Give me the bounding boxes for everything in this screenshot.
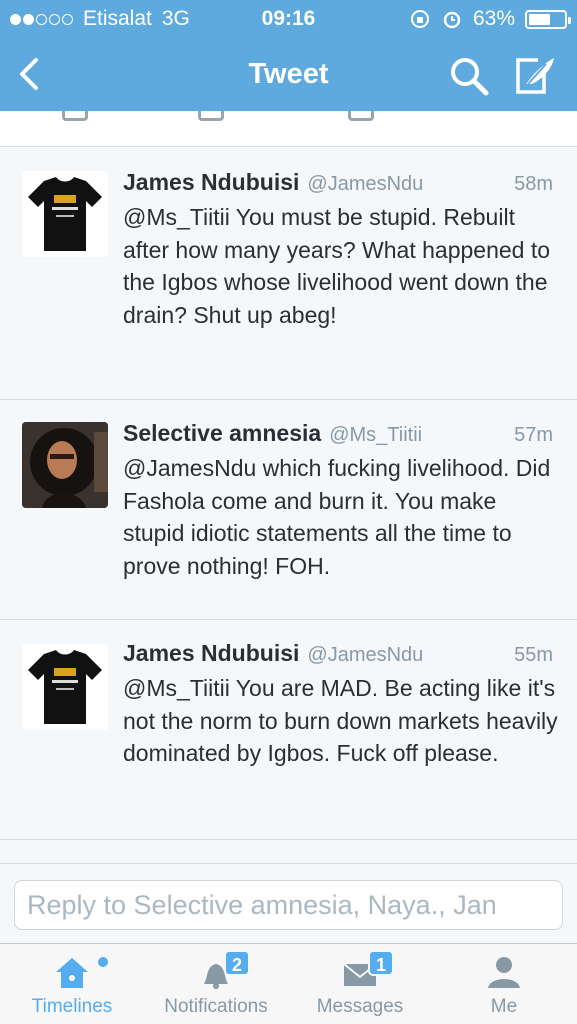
compose-tweet-icon[interactable] (512, 54, 558, 96)
user-avatar[interactable] (22, 171, 108, 257)
author-handle[interactable]: @JamesNdu (307, 173, 423, 196)
tab-timelines[interactable]: Timelines (0, 944, 144, 1024)
header-bar: Etisalat 3G 09:16 63% Tweet (0, 0, 577, 111)
reply-icon[interactable] (62, 111, 88, 121)
person-icon (488, 957, 520, 988)
notifications-badge: 2 (224, 950, 250, 976)
rotation-lock-icon (410, 10, 429, 28)
tweet-text: @Ms_Tiitii You are MAD. Be acting like i… (123, 675, 558, 766)
messages-badge: 1 (368, 950, 394, 976)
new-content-dot (98, 957, 108, 967)
tshirt-avatar-icon (28, 650, 102, 724)
nav-bar: Tweet (0, 38, 577, 111)
favorite-icon[interactable] (348, 111, 374, 121)
tweet-timestamp: 58m (514, 173, 553, 195)
battery-icon (525, 9, 571, 29)
alarm-icon (443, 11, 461, 29)
tweet-item[interactable]: James Ndubuisi @JamesNdu 58m @Ms_Tiitii … (0, 147, 577, 400)
author-name[interactable]: Selective amnesia (123, 420, 321, 447)
author-name[interactable]: James Ndubuisi (123, 640, 299, 667)
tweet-actions-strip (0, 111, 577, 147)
tab-me[interactable]: Me (432, 944, 576, 1024)
user-avatar[interactable] (22, 422, 108, 508)
status-bar: Etisalat 3G 09:16 63% (0, 0, 577, 38)
retweet-icon[interactable] (198, 111, 224, 121)
author-handle[interactable]: @Ms_Tiitii (329, 424, 422, 447)
tweet-timestamp: 57m (514, 424, 553, 446)
author-handle[interactable]: @JamesNdu (307, 644, 423, 667)
tab-label: Notifications (164, 996, 268, 1017)
page-title: Tweet (248, 58, 329, 90)
battery-percent: 63% (472, 7, 515, 30)
tweet-item[interactable]: James Ndubuisi @JamesNdu 55m @Ms_Tiitii … (0, 620, 577, 840)
tshirt-avatar-icon (28, 177, 102, 251)
tab-label: Messages (316, 996, 404, 1017)
search-icon[interactable] (448, 55, 490, 97)
tab-label: Timelines (31, 996, 113, 1017)
tweet-text: @JamesNdu which fucking livelihood. Did … (123, 455, 551, 579)
reply-composer (0, 863, 577, 943)
conversation-timeline[interactable]: James Ndubuisi @JamesNdu 58m @Ms_Tiitii … (0, 111, 577, 863)
user-avatar[interactable] (22, 644, 108, 730)
author-name[interactable]: James Ndubuisi (123, 169, 299, 196)
tweet-timestamp: 55m (514, 644, 553, 666)
home-icon (56, 958, 88, 988)
tab-label: Me (490, 996, 518, 1017)
reply-input[interactable] (14, 880, 563, 930)
tweet-item[interactable]: Selective amnesia @Ms_Tiitii 57m @JamesN… (0, 400, 577, 620)
tab-messages[interactable]: 1 Messages (288, 944, 432, 1024)
tab-bar: Timelines 2 Notifications 1 Messages Me (0, 943, 577, 1024)
tweet-text: @Ms_Tiitii You must be stupid. Rebuilt a… (123, 204, 551, 328)
photo-avatar-icon (22, 422, 108, 508)
tab-notifications[interactable]: 2 Notifications (144, 944, 288, 1024)
